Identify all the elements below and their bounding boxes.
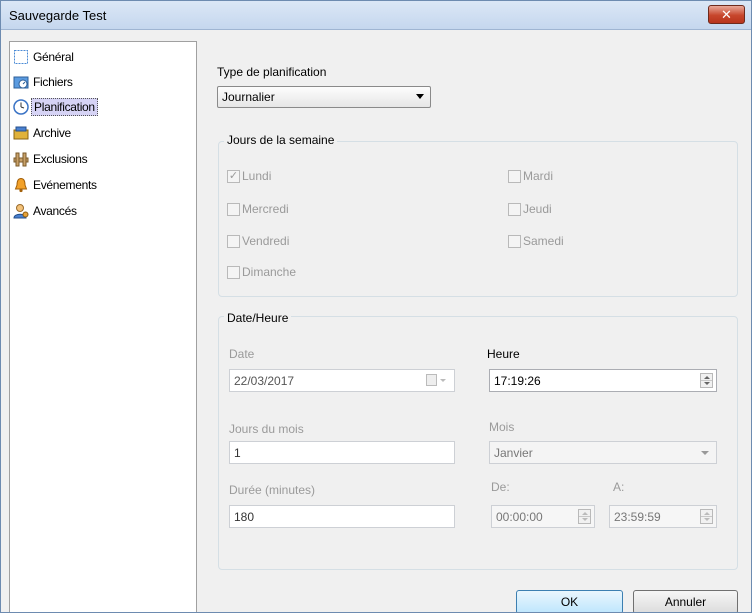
from-label: De:: [491, 480, 510, 494]
sidebar-item-label: Fichiers: [33, 75, 73, 89]
title-bar: Sauvegarde Test ✕: [1, 1, 751, 30]
duration-label: Durée (minutes): [229, 483, 316, 497]
exclusions-icon: [12, 150, 30, 168]
clock-icon: [12, 98, 30, 116]
spinner-icon[interactable]: [700, 509, 713, 524]
ok-button[interactable]: OK: [516, 590, 623, 612]
checkbox-lundi[interactable]: ✓ Lundi: [227, 169, 271, 183]
sidebar-item-files[interactable]: Fichiers: [12, 71, 192, 93]
sidebar-item-general[interactable]: Général: [12, 46, 192, 68]
window-title: Sauvegarde Test: [9, 8, 107, 23]
calendar-icon: [426, 374, 448, 390]
sidebar-item-label: Evénements: [33, 178, 97, 192]
time-label: Heure: [487, 347, 520, 361]
spinner-icon[interactable]: [578, 509, 591, 524]
cancel-button[interactable]: Annuler: [633, 590, 738, 612]
chevron-down-icon: [416, 94, 424, 99]
duration-input[interactable]: 180: [229, 505, 455, 528]
files-icon: [12, 73, 30, 91]
days-of-month-label: Jours du mois: [229, 422, 304, 436]
sidebar-item-exclusions[interactable]: Exclusions: [12, 148, 192, 170]
sidebar-item-label: Général: [33, 50, 74, 64]
settings-dialog: Sauvegarde Test ✕ Général Fichiers Plani…: [0, 0, 752, 613]
schedule-type-label: Type de planification: [217, 65, 327, 79]
checkbox-samedi[interactable]: Samedi: [508, 234, 564, 248]
checkbox-mardi[interactable]: Mardi: [508, 169, 553, 183]
sidebar-item-label: Archive: [33, 126, 71, 140]
from-time-input[interactable]: 00:00:00: [491, 505, 595, 528]
general-icon: [12, 48, 30, 66]
month-label: Mois: [489, 420, 515, 434]
to-time-input[interactable]: 23:59:59: [609, 505, 717, 528]
sidebar-item-avances[interactable]: Avancés: [12, 200, 192, 222]
date-picker[interactable]: 22/03/2017: [229, 369, 455, 392]
schedule-type-select[interactable]: Journalier: [217, 86, 431, 108]
close-icon: ✕: [721, 6, 732, 22]
spinner-icon[interactable]: [700, 373, 713, 388]
sidebar-item-planification[interactable]: Planification: [12, 96, 192, 118]
chevron-down-icon: [701, 451, 709, 455]
days-of-month-input[interactable]: 1: [229, 441, 455, 464]
archive-icon: [12, 124, 30, 142]
sidebar-item-label: Avancés: [33, 204, 77, 218]
weekdays-group-title: Jours de la semaine: [224, 133, 338, 147]
schedule-type-value: Journalier: [222, 90, 275, 104]
time-input[interactable]: 17:19:26: [489, 369, 717, 392]
to-label: A:: [613, 480, 625, 494]
sidebar-item-label: Exclusions: [33, 152, 88, 166]
checkbox-vendredi[interactable]: Vendredi: [227, 234, 289, 248]
planification-panel: Type de planification Journalier Jours d…: [197, 31, 751, 612]
date-label: Date: [229, 347, 255, 361]
close-button[interactable]: ✕: [708, 5, 745, 24]
user-gear-icon: [12, 202, 30, 220]
month-select[interactable]: Janvier: [489, 441, 717, 464]
sidebar-item-archive[interactable]: Archive: [12, 122, 192, 144]
sidebar: Général Fichiers Planification Archive E…: [9, 41, 197, 612]
checkbox-dimanche[interactable]: Dimanche: [227, 265, 296, 279]
checkmark-icon: ✓: [227, 169, 240, 183]
bell-icon: [12, 176, 30, 194]
datetime-group-title: Date/Heure: [224, 311, 292, 325]
sidebar-item-label: Planification: [31, 98, 98, 116]
sidebar-item-evenements[interactable]: Evénements: [12, 174, 192, 196]
checkbox-jeudi[interactable]: Jeudi: [508, 202, 552, 216]
checkbox-mercredi[interactable]: Mercredi: [227, 202, 289, 216]
